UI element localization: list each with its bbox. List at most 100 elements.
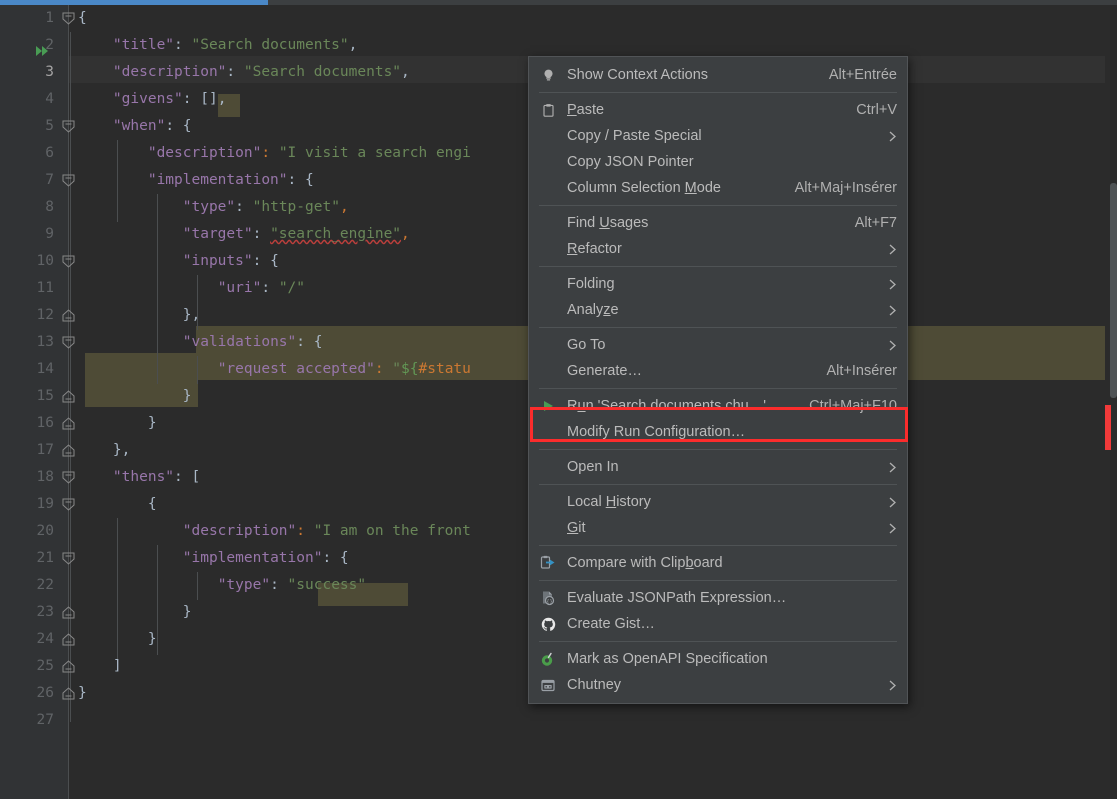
json-value-then-description: "I am on the front [313, 523, 471, 539]
menu-item-label-pre: R [567, 398, 578, 414]
chutney-icon [529, 677, 567, 693]
menu-item-generate[interactable]: Generate… Alt+Insérer [529, 358, 907, 384]
code-line: "target": "search_engine", [182, 226, 410, 242]
json-value-title: "Search documents" [191, 37, 349, 53]
chevron-right-icon [887, 340, 897, 351]
menu-item-refactor[interactable]: Refactor [529, 236, 907, 262]
menu-item-show-context-actions[interactable]: Show Context Actions Alt+Entrée [529, 62, 907, 88]
menu-item-column-selection-mode[interactable]: Column Selection Mode Alt+Maj+Insérer [529, 175, 907, 201]
json-value-uri: "/" [278, 280, 306, 296]
json-key-when: "when" [112, 118, 166, 134]
menu-item-find-usages[interactable]: Find Usages Alt+F7 [529, 210, 907, 236]
mnemonic-letter: R [567, 241, 578, 257]
json-value-when-description: "I visit a search engi [278, 145, 471, 161]
clipboard-paste-icon [529, 103, 567, 118]
code-line: { [78, 10, 87, 26]
menu-item-label: Git [567, 520, 873, 536]
menu-separator [539, 92, 897, 93]
error-marker-track[interactable] [1105, 5, 1117, 799]
code-line: { [147, 496, 157, 512]
menu-item-shortcut: Ctrl+Maj+F10 [809, 398, 897, 414]
menu-item-label: Create Gist… [567, 616, 655, 632]
menu-item-compare-with-clipboard[interactable]: Compare with Clipboard [529, 550, 907, 576]
code-line: "title": "Search documents", [112, 37, 358, 53]
code-line: ] [112, 658, 122, 674]
menu-item-copy-paste-special[interactable]: Copy / Paste Special [529, 123, 907, 149]
code-line: "type": "http-get", [182, 199, 349, 215]
menu-item-create-gist[interactable]: Create Gist… [529, 611, 907, 637]
mnemonic-letter: z [603, 302, 611, 318]
code-line: }, [112, 442, 131, 458]
menu-item-copy-json-pointer[interactable]: Copy JSON Pointer [529, 149, 907, 175]
error-marker[interactable] [1105, 405, 1111, 450]
chevron-right-icon [887, 279, 897, 290]
menu-item-modify-run-configuration[interactable]: Modify Run Configuration… [529, 419, 907, 445]
json-value-request-accepted: #statu [418, 361, 471, 377]
json-key-validations: "validations" [182, 334, 297, 350]
menu-item-label: Refactor [567, 241, 873, 257]
menu-item-shortcut: Alt+Insérer [826, 363, 897, 379]
json-key-target: "target" [182, 226, 253, 242]
menu-separator [539, 580, 897, 581]
menu-item-label-pre: Column Selection [567, 180, 685, 196]
json-key-type: "type" [182, 199, 236, 215]
chevron-right-icon [887, 305, 897, 316]
menu-item-local-history[interactable]: Local History [529, 489, 907, 515]
json-value-givens: [] [200, 91, 218, 107]
code-line: "description": "Search documents", [112, 64, 410, 80]
menu-separator [539, 484, 897, 485]
menu-item-evaluate-jsonpath-expression[interactable]: {} Evaluate JSONPath Expression… [529, 585, 907, 611]
chevron-right-icon [887, 244, 897, 255]
editor-context-menu[interactable]: Show Context Actions Alt+Entrée Paste Ct… [528, 56, 908, 704]
menu-item-folding[interactable]: Folding [529, 271, 907, 297]
mnemonic-letter: P [567, 102, 577, 118]
code-line: } [147, 631, 157, 647]
run-play-icon [529, 399, 567, 413]
vertical-scrollbar-thumb[interactable] [1110, 183, 1117, 398]
menu-item-open-in[interactable]: Open In [529, 454, 907, 480]
menu-separator [539, 641, 897, 642]
code-line: } [182, 604, 192, 620]
jsonpath-icon: {} [529, 590, 567, 606]
mnemonic-letter: U [599, 215, 610, 231]
menu-item-label: Find Usages [567, 215, 841, 231]
code-line: "inputs": { [182, 253, 279, 269]
json-key-type: "type" [217, 577, 271, 593]
chevron-right-icon [887, 497, 897, 508]
menu-item-git[interactable]: Git [529, 515, 907, 541]
code-line: "request accepted": "${#statu [217, 361, 471, 377]
menu-item-label-pre: Analy [567, 302, 604, 318]
menu-separator [539, 449, 897, 450]
menu-separator [539, 327, 897, 328]
menu-item-label-pre: Find [567, 215, 600, 231]
mnemonic-letter: b [685, 555, 694, 571]
menu-separator [539, 205, 897, 206]
menu-item-chutney[interactable]: Chutney [529, 672, 907, 698]
menu-item-run-configuration[interactable]: Run 'Search documents.chu…' Ctrl+Maj+F10 [529, 393, 907, 419]
menu-item-mark-as-openapi-specification[interactable]: Mark as OpenAPI Specification [529, 646, 907, 672]
menu-item-label: Modify Run Configuration… [567, 424, 746, 440]
svg-text:{}: {} [546, 599, 552, 605]
chevron-right-icon [887, 131, 897, 142]
github-icon [529, 617, 567, 632]
code-line: } [78, 685, 87, 701]
menu-item-label: Go To [567, 337, 606, 353]
menu-item-paste[interactable]: Paste Ctrl+V [529, 97, 907, 123]
menu-item-label: Compare with Clipboard [567, 555, 897, 571]
menu-separator [539, 545, 897, 546]
menu-item-label-rest: oard [693, 555, 723, 571]
json-value-request-accepted-prefix: " [392, 361, 402, 377]
menu-item-label-pre: Local [567, 494, 606, 510]
code-line: "description": "I am on the front [182, 523, 471, 539]
json-value-target: "search_engine" [270, 226, 402, 242]
menu-item-label-rest: e [610, 302, 619, 318]
menu-item-label: Local History [567, 494, 873, 510]
json-key-description: "description" [182, 523, 297, 539]
menu-item-go-to[interactable]: Go To [529, 332, 907, 358]
menu-item-analyze[interactable]: Analyze [529, 297, 907, 323]
menu-item-label: Paste [567, 102, 842, 118]
json-key-thens: "thens" [112, 469, 175, 485]
chevron-right-icon [887, 680, 897, 691]
code-line: "thens": [ [112, 469, 201, 485]
menu-item-label: Evaluate JSONPath Expression… [567, 590, 787, 606]
